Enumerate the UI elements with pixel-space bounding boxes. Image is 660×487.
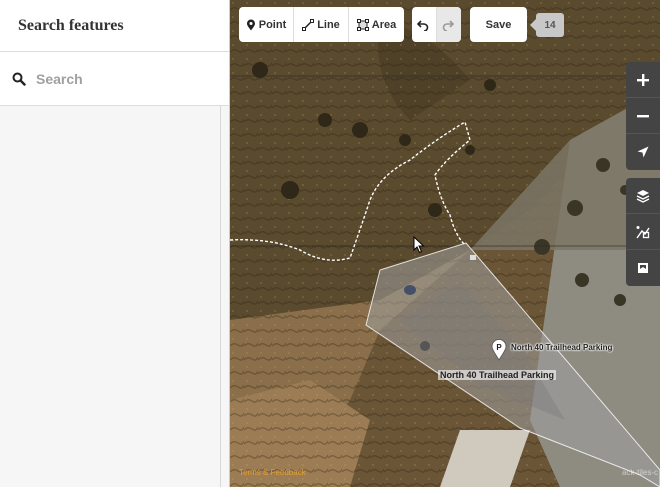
satellite-imagery: [230, 0, 660, 487]
line-label: Line: [317, 18, 340, 31]
redo-button[interactable]: [437, 7, 461, 42]
plus-icon: [637, 73, 649, 86]
area-label-text: Area: [371, 18, 397, 31]
save-button[interactable]: Save: [470, 7, 527, 42]
geolocate-button[interactable]: [626, 134, 660, 170]
add-area-button[interactable]: Area: [349, 7, 404, 42]
zoom-out-button[interactable]: [626, 98, 660, 134]
terms-feedback-link[interactable]: Terms & Feedback: [239, 468, 306, 477]
sidebar: Search features: [0, 0, 230, 487]
undo-button[interactable]: [412, 7, 437, 42]
map-data-pane-button[interactable]: [626, 214, 660, 250]
background-pane-button[interactable]: [626, 178, 660, 214]
edit-count-badge: 14: [530, 13, 564, 37]
map-canvas[interactable]: P North 40 Trailhead Parking North 40 Tr…: [230, 0, 660, 487]
undo-icon: [416, 19, 428, 31]
point-label: Point: [258, 18, 287, 31]
save-toolbar: Save: [470, 7, 527, 42]
search-icon: [12, 72, 26, 86]
line-icon: [302, 18, 315, 31]
imagery-credit: ack-tiles-c: [621, 468, 658, 477]
layers-icon: [636, 189, 650, 203]
sidebar-header: Search features: [0, 0, 229, 52]
location-arrow-icon: [637, 146, 649, 158]
area-icon: [356, 18, 369, 31]
area-label: North 40 Trailhead Parking: [438, 370, 557, 380]
sidebar-title: Search features: [18, 16, 124, 34]
poi-marker-letter: P: [496, 343, 502, 352]
zoom-in-button[interactable]: [626, 62, 660, 98]
undo-redo-toolbar: [412, 7, 461, 42]
point-icon: [246, 19, 255, 30]
sidebar-resizer[interactable]: [220, 106, 221, 487]
map-data-icon: [636, 225, 650, 238]
zoom-controls: [626, 62, 660, 170]
add-line-button[interactable]: Line: [294, 7, 349, 42]
search-input[interactable]: [36, 70, 216, 87]
help-pane-button[interactable]: [626, 250, 660, 286]
search-row: [0, 52, 229, 106]
draw-modes-toolbar: Point Line Area: [239, 7, 404, 42]
help-icon: [638, 263, 648, 273]
parking-poi-marker[interactable]: P: [491, 339, 507, 361]
sidebar-results: [0, 106, 230, 487]
mouse-cursor-icon: [413, 236, 425, 254]
save-label: Save: [485, 18, 512, 31]
pane-controls: [626, 178, 660, 286]
minus-icon: [637, 114, 649, 117]
add-point-button[interactable]: Point: [239, 7, 294, 42]
poi-label: North 40 Trailhead Parking: [511, 343, 613, 352]
redo-icon: [442, 19, 454, 31]
